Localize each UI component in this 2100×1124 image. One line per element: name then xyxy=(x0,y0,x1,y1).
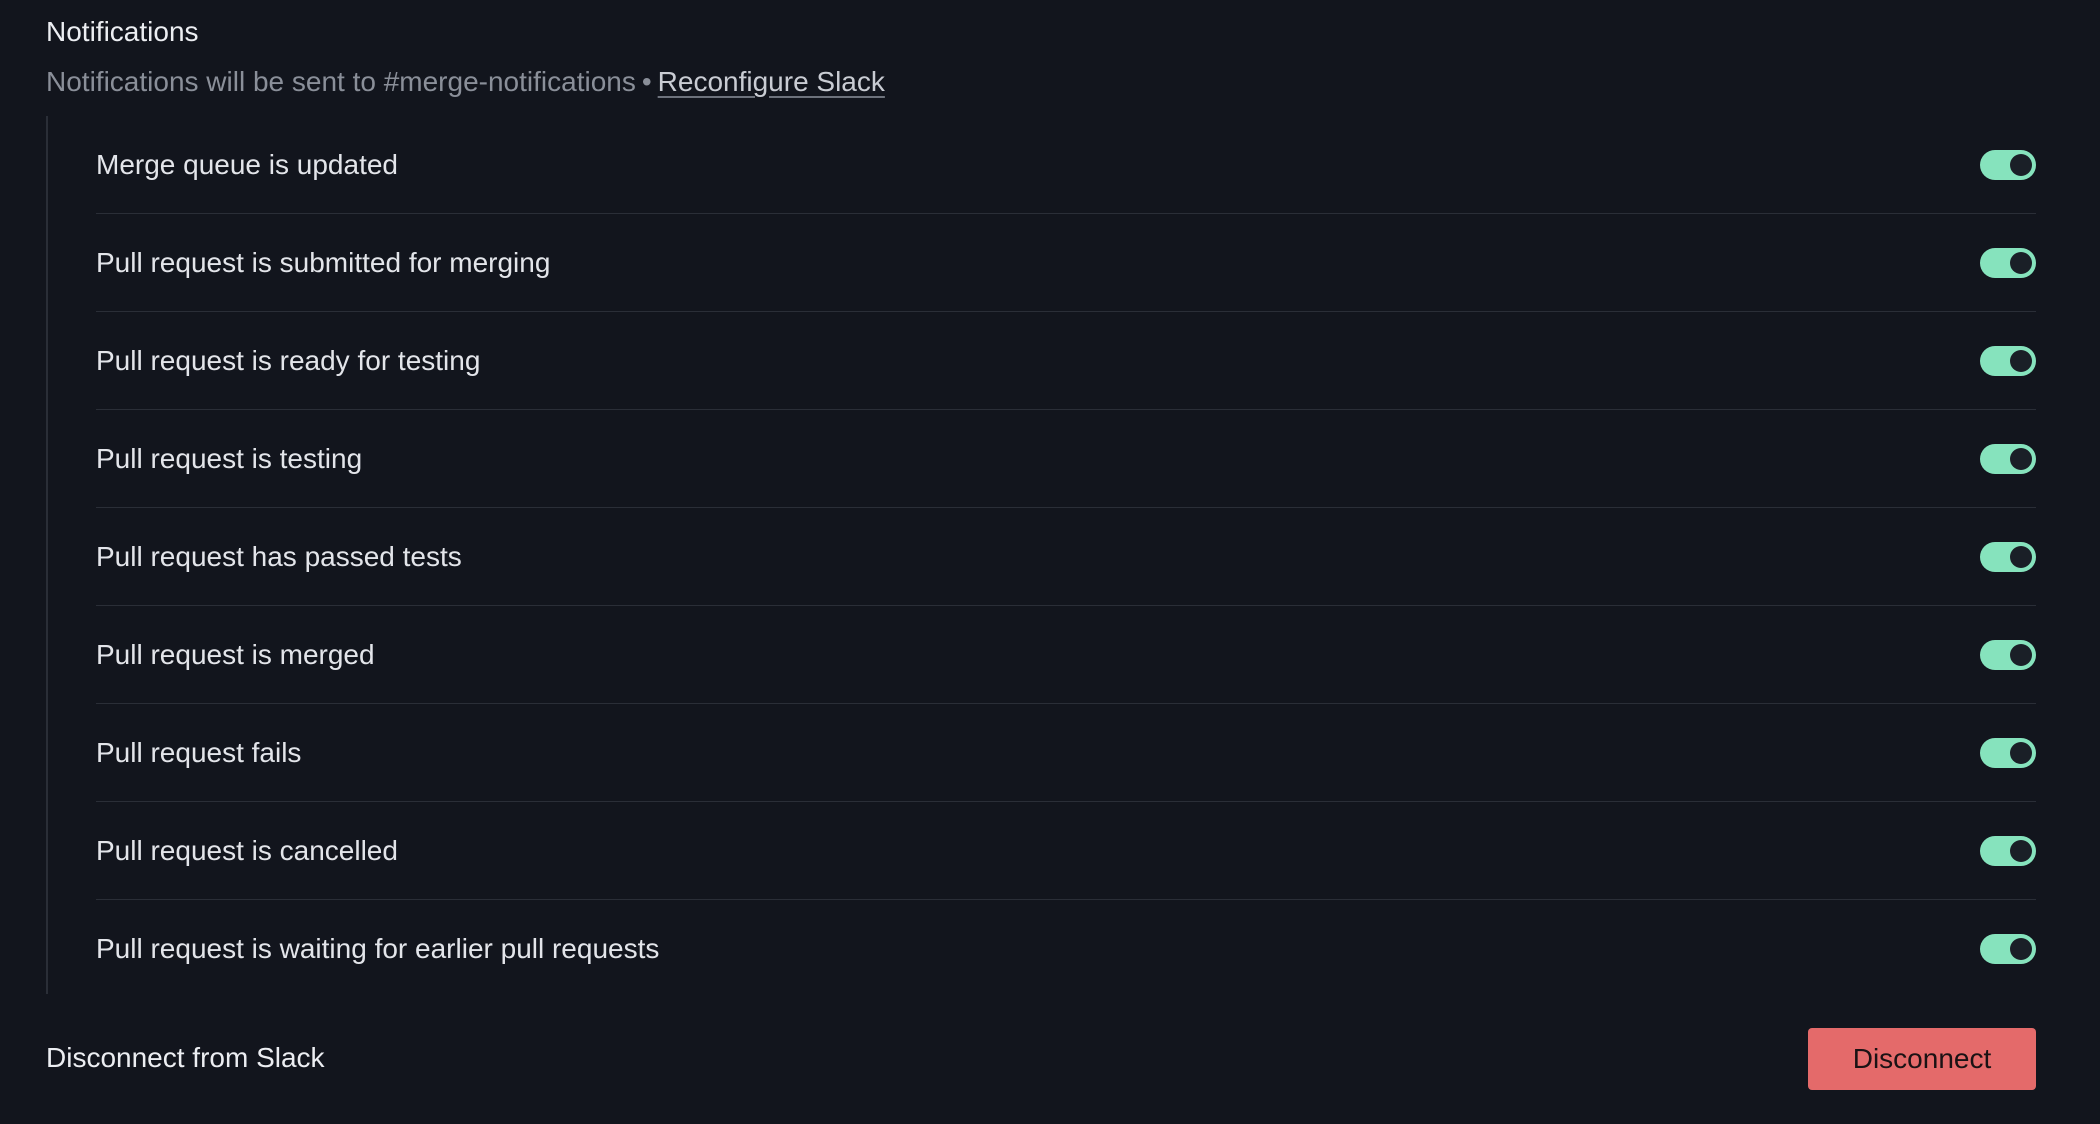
notification-label: Pull request is waiting for earlier pull… xyxy=(96,932,660,964)
reconfigure-slack-link[interactable]: Reconfigure Slack xyxy=(658,66,885,97)
notification-toggle[interactable] xyxy=(1980,835,2036,866)
notification-label: Pull request has passed tests xyxy=(96,540,462,572)
toggle-knob xyxy=(2010,153,2032,176)
notification-toggle[interactable] xyxy=(1980,149,2036,180)
notification-toggle[interactable] xyxy=(1980,737,2036,768)
disconnect-button[interactable]: Disconnect xyxy=(1808,1028,2036,1090)
slack-notifications-settings: Notifications Notifications will be sent… xyxy=(0,0,2100,1124)
toggle-knob xyxy=(2010,349,2032,372)
notification-toggle[interactable] xyxy=(1980,345,2036,376)
toggle-knob xyxy=(2010,251,2032,274)
subtitle-text: Notifications will be sent to #merge-not… xyxy=(46,66,636,97)
list-item: Merge queue is updated xyxy=(96,116,2036,214)
notification-list-container: Merge queue is updated Pull request is s… xyxy=(46,116,2038,994)
notification-label: Pull request is cancelled xyxy=(96,834,398,866)
list-item: Pull request has passed tests xyxy=(96,508,2036,606)
section-title: Notifications xyxy=(46,16,199,47)
list-item: Pull request is cancelled xyxy=(96,802,2036,900)
notification-label: Merge queue is updated xyxy=(96,148,398,180)
notification-toggle[interactable] xyxy=(1980,639,2036,670)
list-item: Pull request is merged xyxy=(96,606,2036,704)
notification-label: Pull request is merged xyxy=(96,638,375,670)
notification-label: Pull request is testing xyxy=(96,442,363,474)
notification-label: Pull request is submitted for merging xyxy=(96,246,551,278)
notification-toggle[interactable] xyxy=(1980,541,2036,572)
notification-label: Pull request is ready for testing xyxy=(96,344,481,376)
notifications-subtitle: Notifications will be sent to #merge-not… xyxy=(46,64,885,100)
notification-label: Pull request fails xyxy=(96,736,302,768)
disconnect-label: Disconnect from Slack xyxy=(46,1042,325,1073)
toggle-knob xyxy=(2010,643,2032,666)
list-item: Pull request is testing xyxy=(96,410,2036,508)
toggle-knob xyxy=(2010,741,2032,764)
toggle-knob xyxy=(2010,937,2032,960)
toggle-knob xyxy=(2010,447,2032,470)
list-item: Pull request is waiting for earlier pull… xyxy=(96,900,2036,997)
notification-toggle[interactable] xyxy=(1980,933,2036,964)
list-item: Pull request fails xyxy=(96,704,2036,802)
list-item: Pull request is submitted for merging xyxy=(96,214,2036,312)
notification-toggle[interactable] xyxy=(1980,247,2036,278)
toggle-knob xyxy=(2010,839,2032,862)
notification-toggle[interactable] xyxy=(1980,443,2036,474)
list-item: Pull request is ready for testing xyxy=(96,312,2036,410)
notification-list: Merge queue is updated Pull request is s… xyxy=(96,116,2036,997)
subtitle-separator: • xyxy=(641,66,652,97)
toggle-knob xyxy=(2010,545,2032,568)
